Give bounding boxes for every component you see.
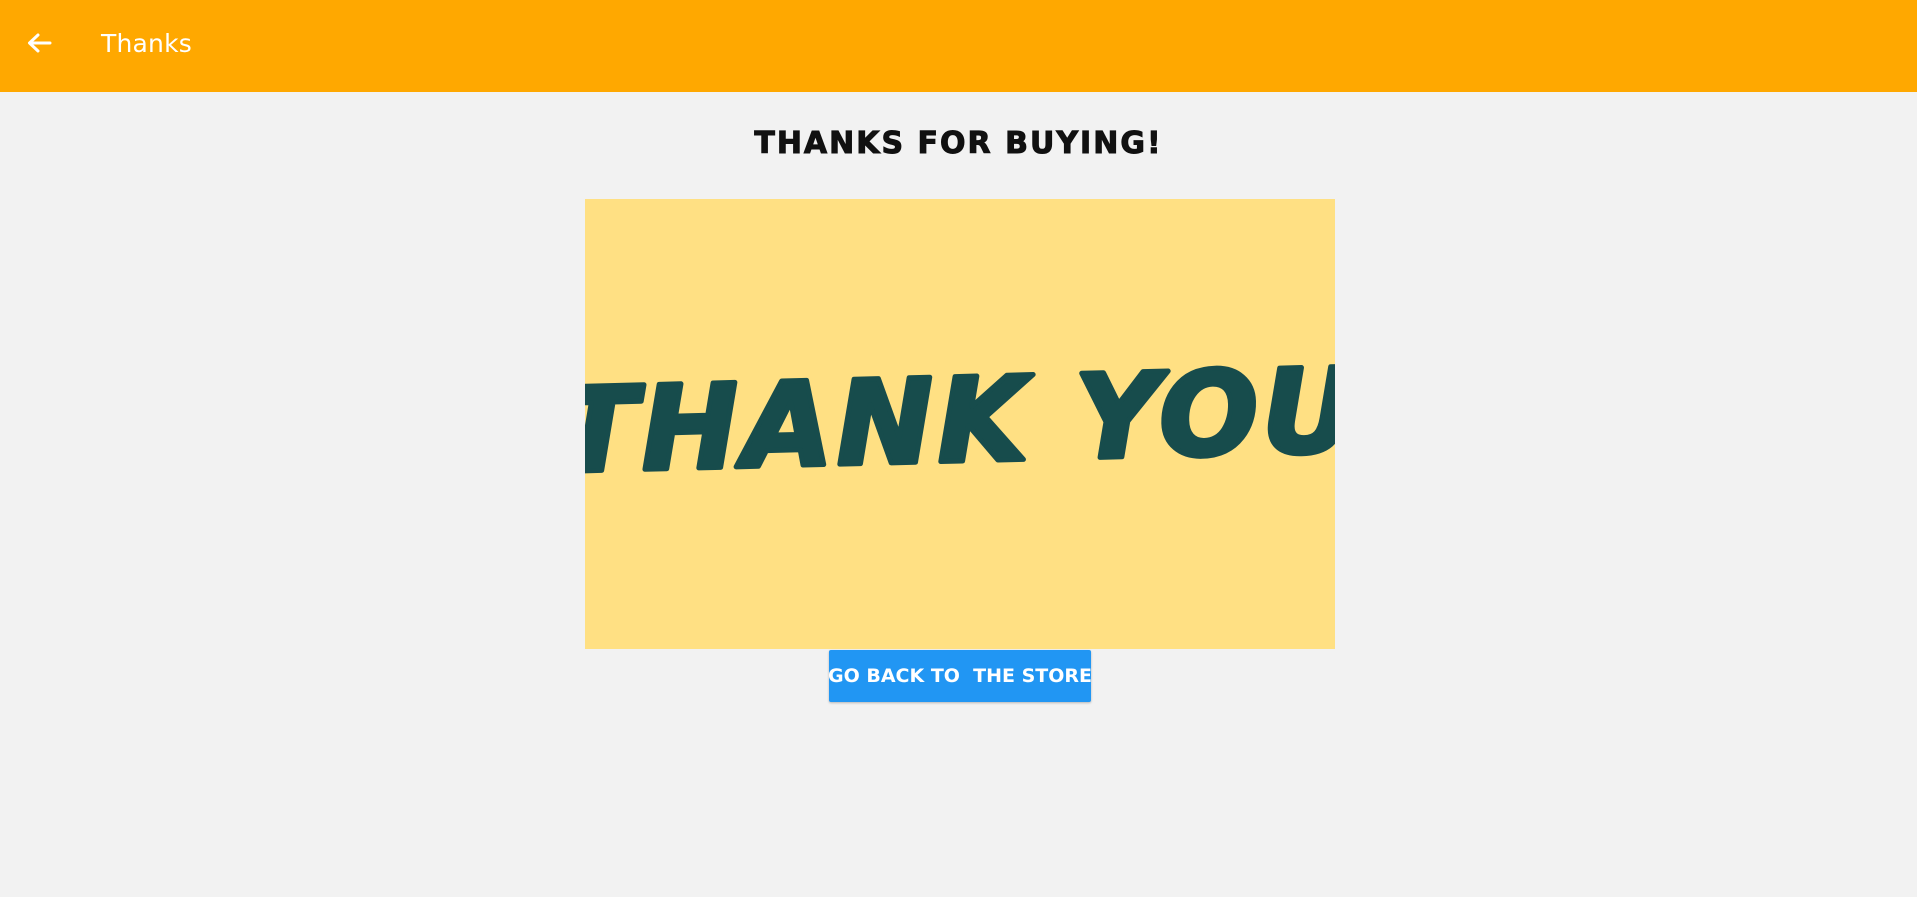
app-bar: Thanks — [0, 0, 1917, 92]
page-title: Thanks — [101, 29, 192, 58]
arrow-left-icon — [26, 32, 52, 59]
thank-you-image-text: THANK YOU — [585, 344, 1335, 500]
thanks-heading: THANKS FOR BUYING! — [754, 126, 1163, 162]
thank-you-image: THANK YOU — [585, 199, 1335, 649]
go-back-to-store-button[interactable]: GO BACK TO THE STORE — [828, 650, 1092, 702]
back-button[interactable] — [22, 30, 56, 60]
